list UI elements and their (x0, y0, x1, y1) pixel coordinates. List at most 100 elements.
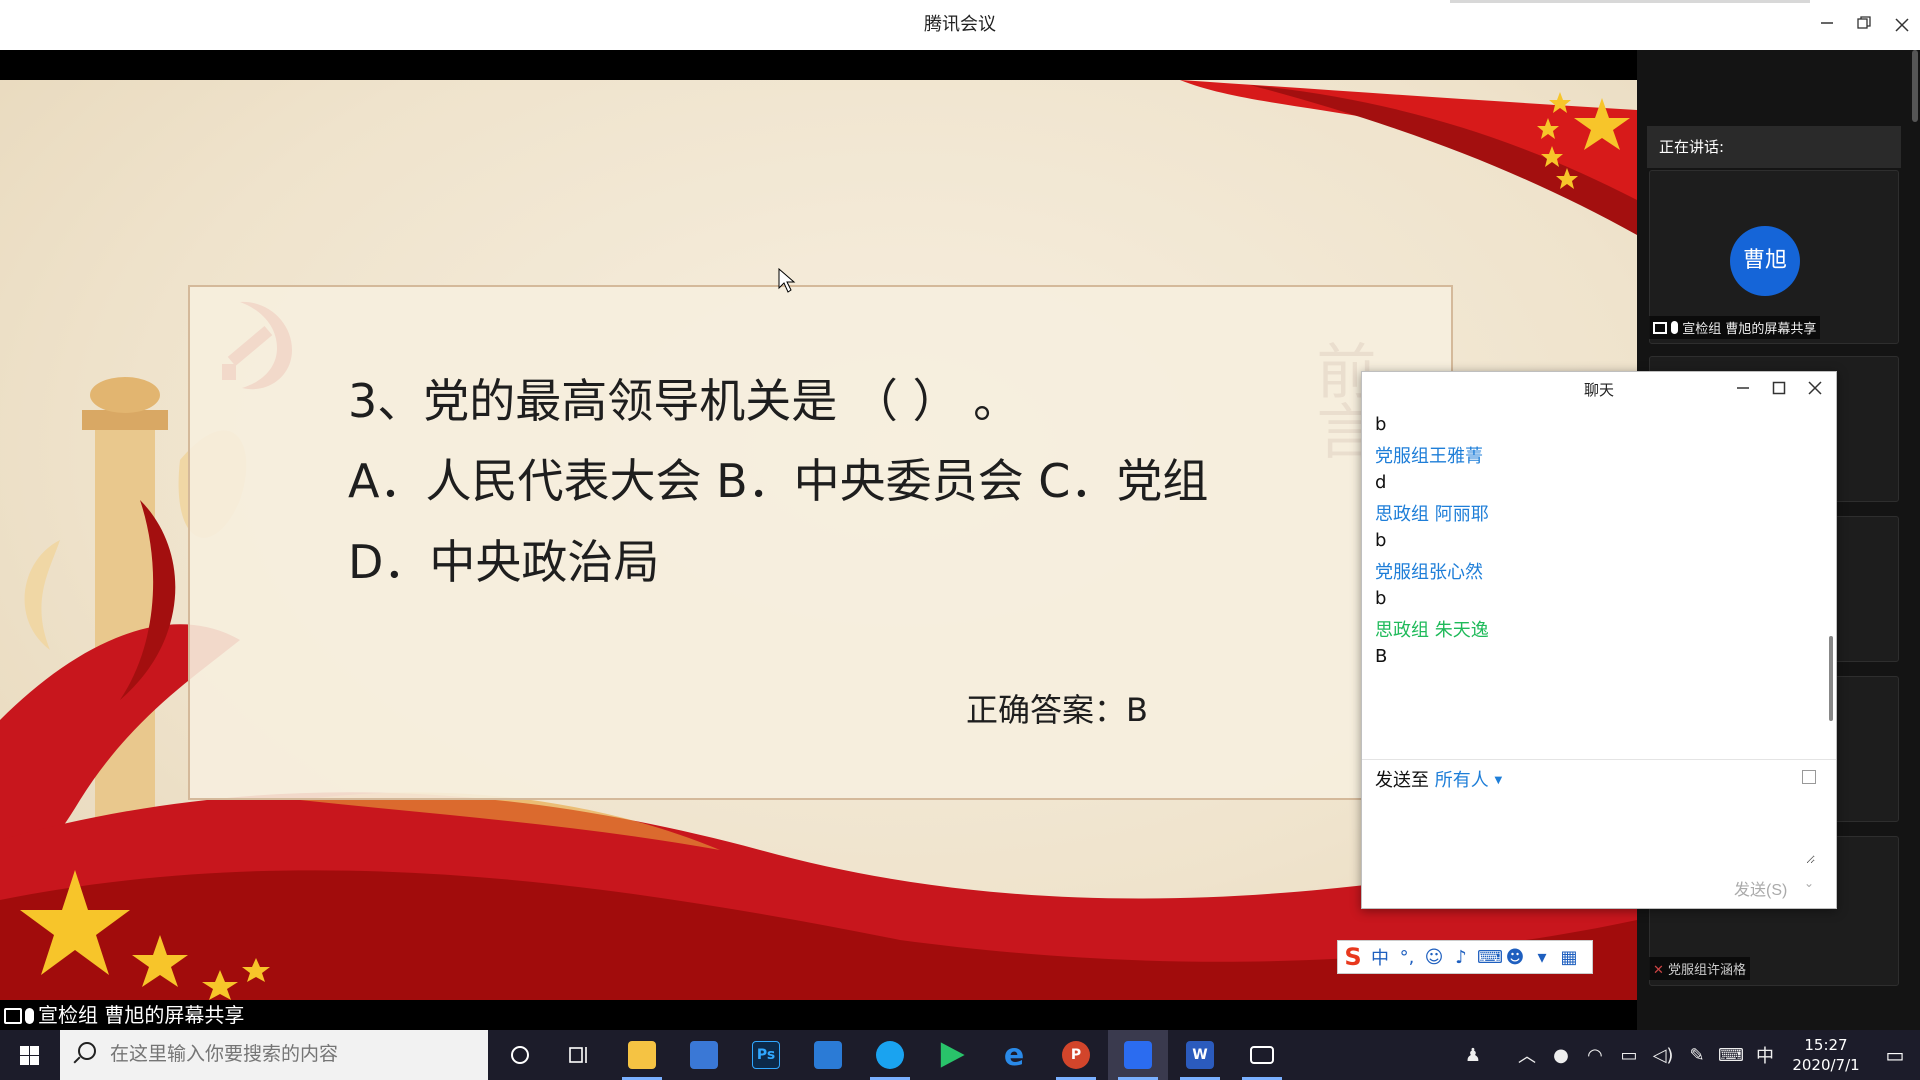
start-button[interactable] (0, 1030, 60, 1080)
chat-divider (1362, 759, 1836, 760)
question-option-d: D．中央政治局 (348, 535, 660, 589)
search-input[interactable] (110, 1030, 480, 1080)
chat-minimize-button[interactable] (1728, 375, 1758, 405)
chevron-down-icon[interactable]: ▼ (1494, 775, 1502, 786)
screen-share-label: 宣检组 曹旭的屏幕共享 (0, 1000, 1637, 1030)
photoshop-icon: Ps (752, 1041, 780, 1069)
taskbar-app-video-player[interactable] (922, 1030, 982, 1080)
notification-icon[interactable]: ▭ (1870, 1043, 1920, 1067)
sogou-logo-icon: S (1344, 943, 1362, 971)
microphone-muted-icon: ✕ (1653, 963, 1664, 978)
emoji-icon[interactable]: ☺ (1423, 947, 1445, 968)
cortana-button[interactable] (490, 1030, 550, 1080)
ime-punctuation[interactable]: °, (1396, 947, 1418, 968)
play-icon (940, 1042, 965, 1068)
wifi-icon[interactable]: ◠ (1578, 1045, 1612, 1066)
chat-input[interactable] (1375, 804, 1815, 864)
taskbar-app-store[interactable] (674, 1030, 734, 1080)
voice-input-icon[interactable]: ♪ (1450, 947, 1472, 968)
taskbar-app-file-explorer[interactable] (612, 1030, 672, 1080)
chat-maximize-button[interactable] (1764, 375, 1794, 405)
participant-name: 宣检组 曹旭的屏幕共享 (1682, 322, 1817, 337)
maximize-icon (1772, 381, 1786, 395)
taskbar-app-photoshop[interactable]: Ps (736, 1030, 796, 1080)
send-options-chevron-icon[interactable]: ⌄ (1804, 876, 1814, 890)
microphone-icon (1671, 321, 1679, 334)
send-to-selector[interactable]: 发送至 所有人 ▼ (1375, 766, 1502, 792)
volume-icon[interactable]: ◁) (1646, 1045, 1680, 1066)
taskbar-app-mail[interactable] (798, 1030, 858, 1080)
chat-sender-self[interactable]: 思政组 朱天逸 (1375, 616, 1489, 642)
taskbar-search[interactable] (60, 1030, 488, 1080)
minimize-icon (1737, 387, 1749, 389)
mail-icon (814, 1041, 842, 1069)
ime-toolbar[interactable]: S 中 °, ☺ ♪ ⌨ ☻ ▾ ▦ (1337, 940, 1593, 974)
folder-icon (628, 1041, 656, 1069)
chat-scrollbar[interactable] (1829, 636, 1833, 721)
taskbar-app-powerpoint[interactable]: P (1046, 1030, 1106, 1080)
microphone-icon (25, 1008, 34, 1024)
mouse-cursor-icon (778, 268, 796, 293)
close-icon (1808, 381, 1822, 395)
taskbar-app-tencent-meeting[interactable] (1108, 1030, 1168, 1080)
cortana-icon (511, 1046, 529, 1064)
chat-message: B (1375, 646, 1388, 667)
screenshot-icon[interactable] (1802, 770, 1816, 784)
qq-browser-icon (876, 1041, 904, 1069)
restore-button[interactable] (1849, 10, 1879, 40)
speaking-indicator: 正在讲话: (1647, 126, 1901, 168)
task-view-button[interactable] (550, 1030, 610, 1080)
pen-icon[interactable]: ✎ (1680, 1045, 1714, 1066)
screen-share-label-text: 宣检组 曹旭的屏幕共享 (38, 1003, 245, 1027)
chat-message: b (1375, 530, 1387, 551)
search-icon (78, 1042, 96, 1060)
word-icon: W (1186, 1041, 1214, 1069)
correct-answer: 正确答案：B (966, 691, 1148, 729)
minimize-icon (1821, 22, 1833, 24)
taskbar-app-word[interactable]: W (1170, 1030, 1230, 1080)
window-title-bar: 腾讯会议 (0, 0, 1920, 50)
tray-app-icon[interactable]: ● (1544, 1045, 1578, 1066)
chat-sender[interactable]: 思政组 阿丽耶 (1375, 500, 1489, 526)
participant-label: 宣检组 曹旭的屏幕共享 (1649, 316, 1821, 339)
taskbar-app-edge[interactable]: e (984, 1030, 1044, 1080)
panel-scrollbar[interactable] (1912, 50, 1918, 122)
powerpoint-icon: P (1062, 1041, 1090, 1069)
system-tray: ♟ ︿ ● ◠ ▭ ◁) ✎ ⌨ 中 15:27 2020/7/1 ▭ (1456, 1030, 1920, 1080)
chat-message: b (1375, 588, 1387, 609)
chat-window[interactable]: 聊天 b 党服组王雅菁 d 思政组 阿丽耶 b 党服组张心然 b 思政组 朱天逸… (1361, 371, 1837, 909)
battery-icon[interactable]: ▭ (1612, 1045, 1646, 1066)
minimize-button[interactable] (1812, 10, 1842, 40)
taskbar-app-qq-browser[interactable] (860, 1030, 920, 1080)
chevron-up-icon[interactable]: ︿ (1510, 1042, 1544, 1068)
question-text: 3、党的最高领导机关是 （ ） 。 (348, 374, 1020, 428)
chat-sender[interactable]: 党服组王雅菁 (1375, 442, 1483, 468)
send-button[interactable]: 发送(S) (1734, 876, 1787, 900)
user-icon[interactable]: ☻ (1504, 947, 1526, 968)
window-title: 腾讯会议 (924, 14, 996, 35)
skin-icon[interactable]: ▾ (1531, 947, 1553, 968)
chat-message-list[interactable]: b 党服组王雅菁 d 思政组 阿丽耶 b 党服组张心然 b 思政组 朱天逸 B (1362, 408, 1836, 803)
toolbox-icon[interactable]: ▦ (1558, 947, 1580, 968)
send-to-target[interactable]: 所有人 (1435, 770, 1489, 791)
ime-mode[interactable]: 中 (1369, 944, 1391, 970)
chat-close-button[interactable] (1800, 375, 1830, 405)
keyboard-icon[interactable]: ⌨ (1477, 947, 1503, 968)
windows-taskbar: Ps e P W ♟ ︿ ● ◠ ▭ ◁) ✎ ⌨ 中 15:27 2020/7… (0, 1030, 1920, 1080)
close-button[interactable] (1887, 10, 1917, 40)
people-icon[interactable]: ♟ (1456, 1045, 1490, 1066)
system-clock[interactable]: 15:27 2020/7/1 (1782, 1035, 1870, 1075)
keyboard-icon[interactable]: ⌨ (1714, 1045, 1748, 1066)
taskbar-app-screen-recorder[interactable] (1232, 1030, 1292, 1080)
store-icon (690, 1041, 718, 1069)
participant-label: ✕ 党服组许涵格 (1649, 957, 1751, 980)
screen-share-icon (4, 1008, 22, 1024)
chat-message: d (1375, 472, 1387, 493)
question-options-abc: A．人民代表大会 B．中央委员会 C．党组 (348, 454, 1209, 508)
participant-avatar: 曹旭 (1730, 226, 1800, 296)
chat-sender[interactable]: 党服组张心然 (1375, 558, 1483, 584)
ime-indicator[interactable]: 中 (1748, 1042, 1782, 1068)
close-icon (1895, 18, 1909, 32)
camera-icon (1250, 1046, 1274, 1064)
clock-date: 2020/7/1 (1792, 1056, 1860, 1074)
